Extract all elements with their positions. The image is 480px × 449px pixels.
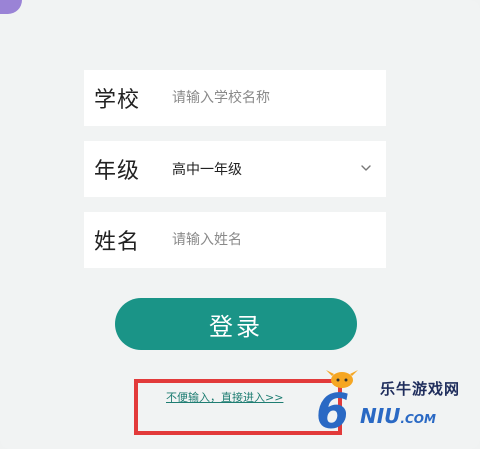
grade-label: 年级 <box>94 159 141 184</box>
direct-entry-link[interactable]: 不便输入，直接进入>> <box>166 389 283 405</box>
grade-select[interactable]: 年级 高中一年级 <box>84 141 386 197</box>
watermark-digit: 6 <box>316 384 349 432</box>
watermark-cn-text: 乐牛游戏网 <box>380 380 461 398</box>
name-label: 姓名 <box>94 230 141 255</box>
watermark-logo: 6 <box>316 370 358 432</box>
name-field[interactable]: 姓名 <box>84 212 386 268</box>
watermark-en-text: NIU.COM <box>360 404 436 428</box>
site-watermark: 6 乐牛游戏网 NIU.COM <box>308 370 474 440</box>
corner-decoration <box>0 0 22 14</box>
login-panel: 学校 年级 高中一年级 姓名 登录 不便输入，直接进入>> 6 乐牛游戏网 NI… <box>0 0 480 449</box>
grade-selected-value: 高中一年级 <box>172 162 242 178</box>
school-input[interactable] <box>172 70 370 126</box>
chevron-down-icon[interactable] <box>360 162 372 174</box>
school-field[interactable]: 学校 <box>84 70 386 126</box>
watermark-domain: .COM <box>400 412 436 426</box>
login-button[interactable]: 登录 <box>115 298 357 350</box>
school-label: 学校 <box>94 88 141 113</box>
name-input[interactable] <box>172 212 370 268</box>
watermark-niu: NIU <box>360 404 401 428</box>
